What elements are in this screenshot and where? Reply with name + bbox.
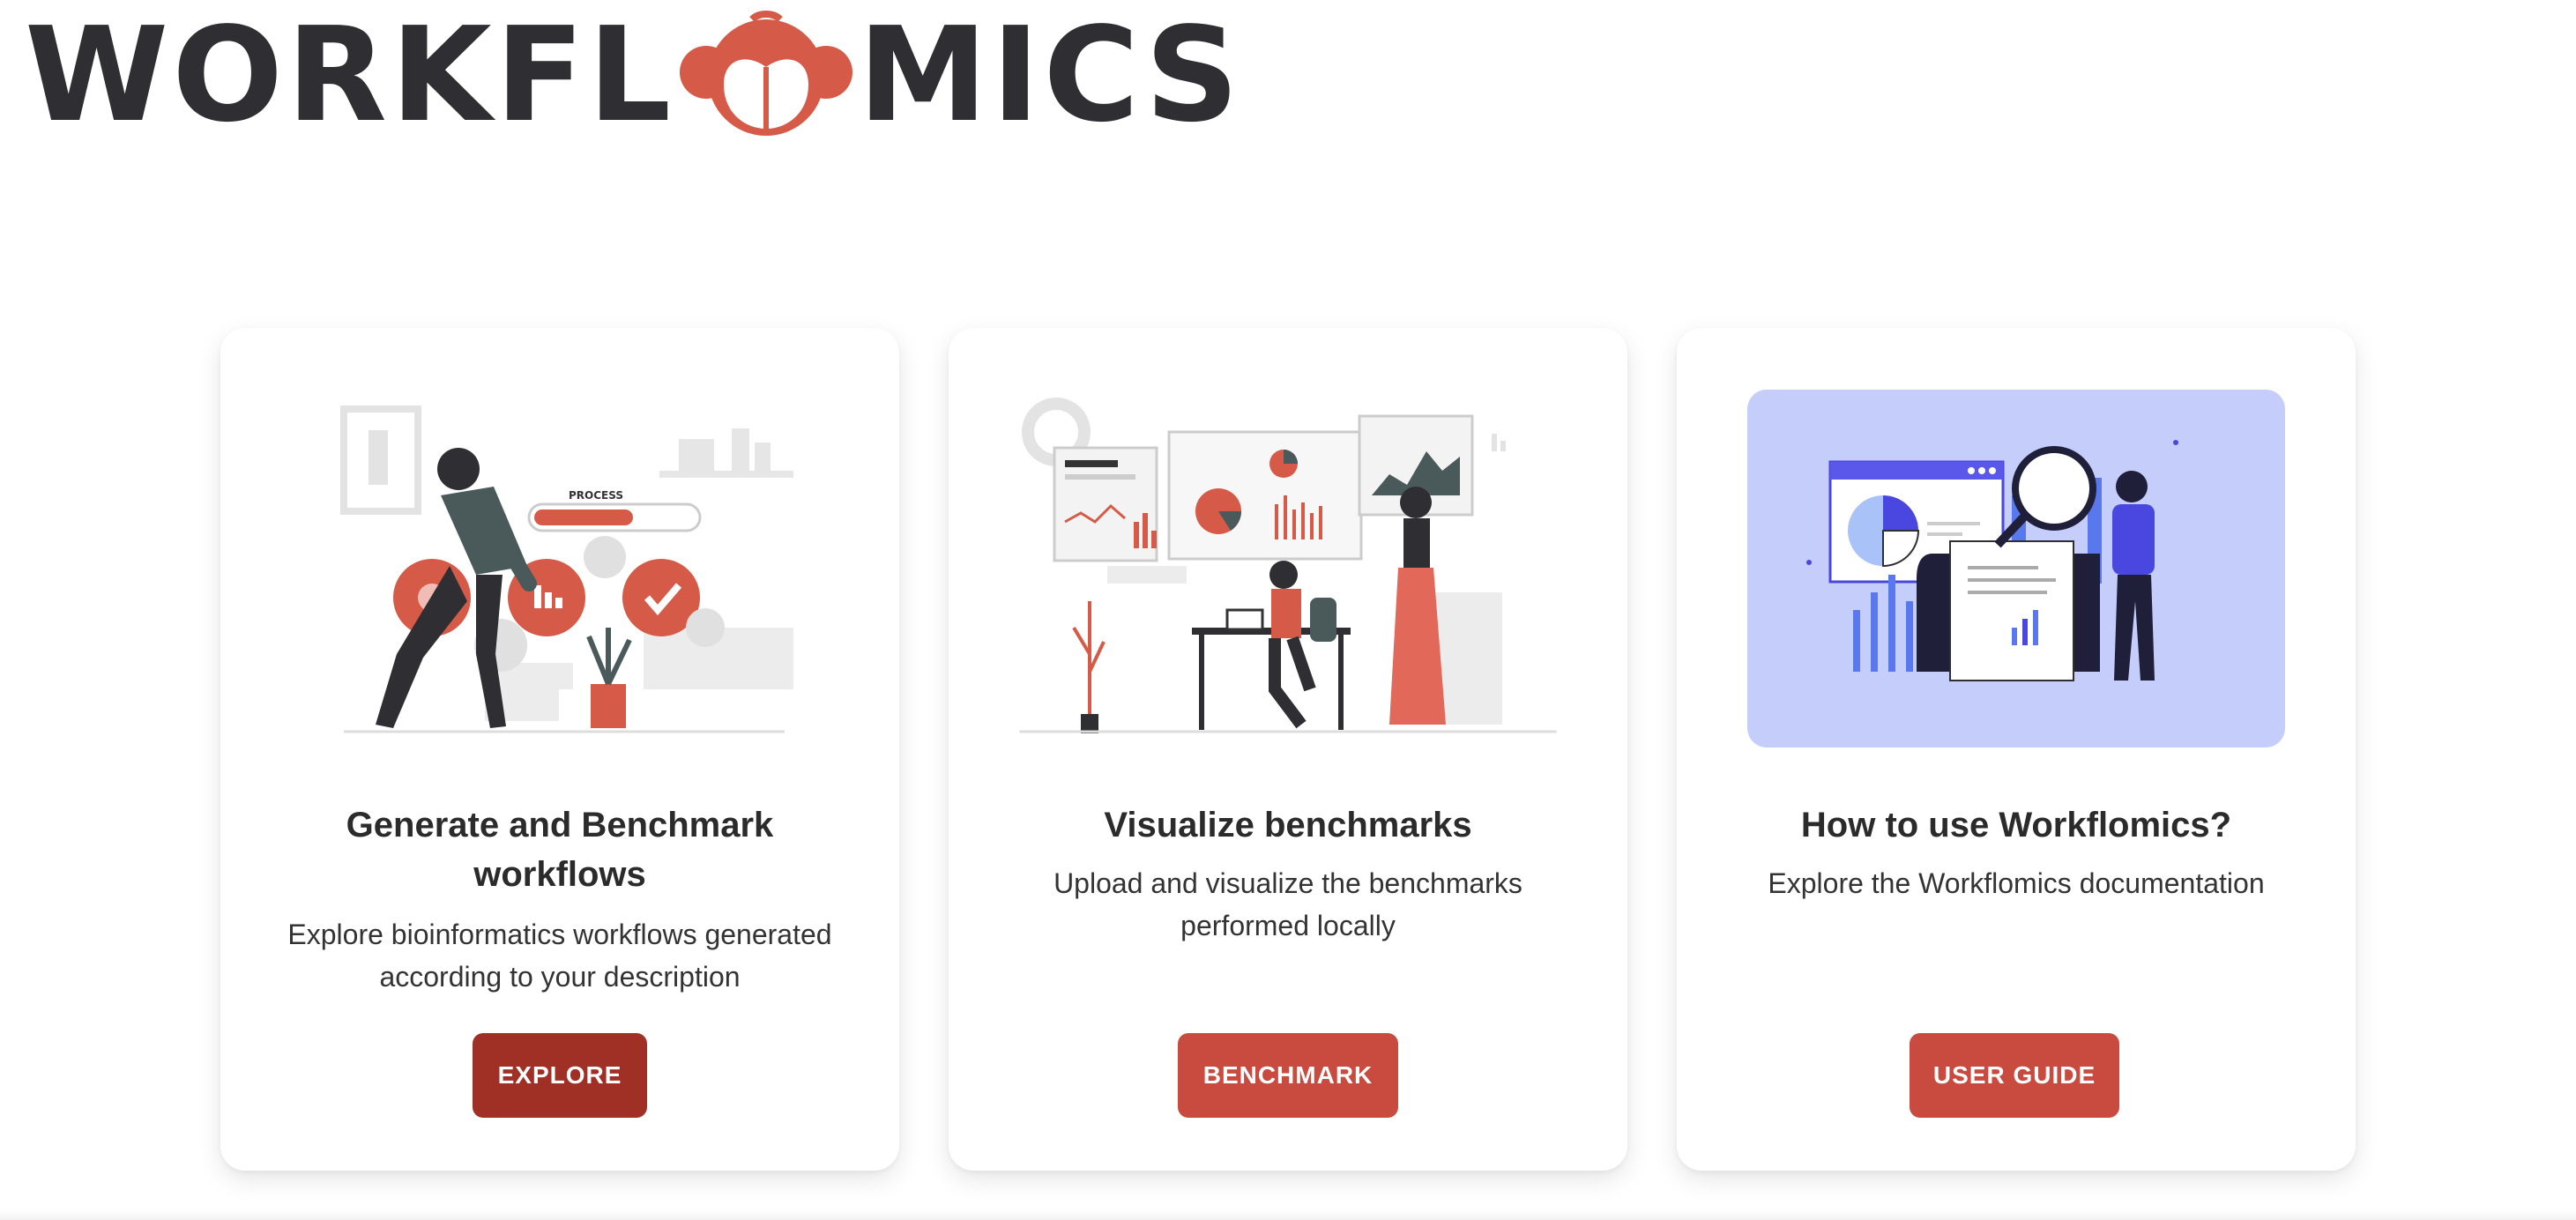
card-description: Explore bioinformatics workflows generat… — [287, 919, 832, 993]
visualize-benchmarks-card: Visualize benchmarks Upload and visualiz… — [949, 328, 1627, 1171]
process-label: PROCESS — [569, 489, 623, 502]
card-title: How to use Workflomics? — [1800, 806, 2232, 844]
card-description: Explore the Workflomics documentation — [1768, 867, 2265, 899]
generate-benchmark-card: PROCESS Generate and Benchmark workflows… — [220, 328, 899, 1171]
user-guide-card: How to use Workflomics? Explore the Work… — [1677, 328, 2356, 1171]
benchmark-button[interactable]: BENCHMARK — [1178, 1033, 1398, 1118]
gears-process-illustration: PROCESS — [291, 390, 829, 748]
card-title: Visualize benchmarks — [1104, 806, 1472, 844]
explore-button[interactable]: EXPLORE — [473, 1033, 647, 1118]
dashboard-presentation-illustration — [1019, 390, 1557, 748]
landing-page: WORKFL MICS PROCESS Generate and Benchma… — [0, 0, 2576, 1220]
workflomics-logo[interactable]: WORKFL MICS — [25, 9, 1242, 141]
monkey-logo-icon — [680, 11, 853, 136]
user-guide-button[interactable]: USER GUIDE — [1910, 1033, 2119, 1118]
gears-process-image: PROCESS — [340, 405, 793, 733]
card-title: Generate and Benchmark workflows — [346, 806, 774, 894]
logo-text-left: WORKFL — [25, 0, 675, 151]
dashboard-image — [1019, 398, 1557, 733]
logo-text-right: MICS — [858, 0, 1243, 151]
magnifier-report-illustration — [1747, 390, 2285, 748]
magnifier-report-image — [1806, 440, 2178, 681]
card-description: Upload and visualize the benchmarks perf… — [1053, 867, 1523, 941]
page-bottom-shade — [0, 1209, 2576, 1220]
